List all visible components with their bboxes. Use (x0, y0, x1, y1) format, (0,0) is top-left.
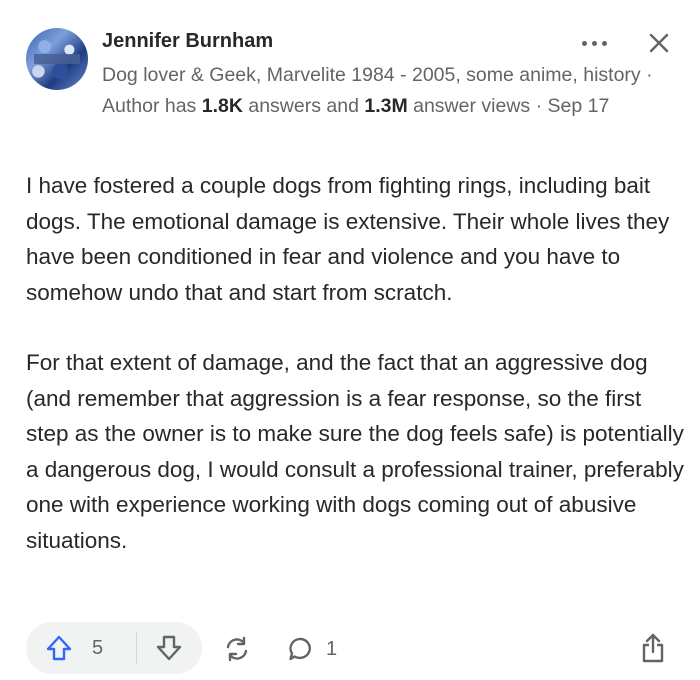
vote-pill: 5 (26, 622, 202, 674)
upvote-button[interactable]: 5 (26, 622, 136, 674)
upvote-count: 5 (92, 636, 104, 659)
more-dot (601, 40, 607, 46)
upvote-arrow-icon (46, 635, 72, 661)
more-options-button[interactable] (574, 30, 614, 56)
share-icon (642, 633, 664, 663)
answer-paragraph: For that extent of damage, and the fact … (26, 350, 684, 553)
action-bar: 5 1 (26, 622, 676, 674)
more-dot (591, 40, 597, 46)
answer-body: I have fostered a couple dogs from fight… (26, 168, 686, 593)
close-icon (649, 33, 669, 53)
close-button[interactable] (644, 28, 674, 58)
views-label: answer views · Sep 17 (407, 95, 610, 117)
reshare-button[interactable] (222, 634, 252, 664)
answers-label: answers and (242, 95, 365, 117)
comment-count: 1 (326, 637, 338, 660)
answer-paragraph: I have fostered a couple dogs from fight… (26, 173, 670, 305)
author-credential: Dog lover & Geek, Marvelite 1984 - 2005,… (102, 60, 672, 122)
views-count: 1.3M (364, 95, 408, 117)
share-button[interactable] (638, 632, 668, 664)
comment-button[interactable]: 1 (286, 634, 337, 664)
answer-header: Jennifer Burnham Dog lover & Geek, Marve… (26, 24, 686, 154)
author-name[interactable]: Jennifer Burnham (102, 30, 273, 53)
reshare-icon (226, 636, 248, 662)
downvote-arrow-icon (156, 635, 182, 661)
author-avatar[interactable] (26, 28, 88, 90)
more-horizontal-icon (581, 40, 587, 46)
answers-count: 1.8K (201, 95, 243, 117)
comment-icon (289, 637, 311, 661)
avatar-banner (34, 54, 80, 64)
downvote-button[interactable] (137, 622, 201, 674)
